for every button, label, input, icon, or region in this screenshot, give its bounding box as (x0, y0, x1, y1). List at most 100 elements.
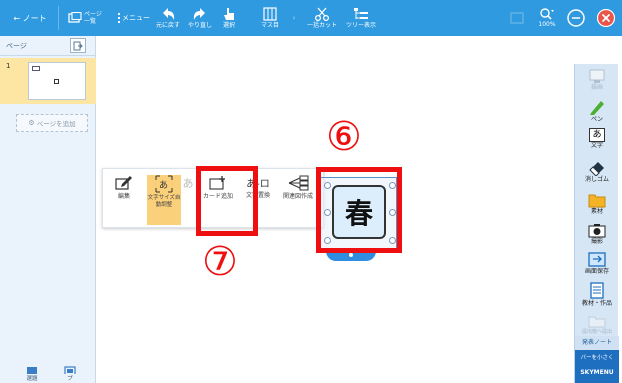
frame-icon (510, 12, 524, 24)
presentation-note-button[interactable]: 発表ノート (575, 336, 619, 350)
page-panel-title: ページ (6, 42, 27, 50)
gear-plus-icon: ⚙ (28, 119, 35, 127)
folder-icon (588, 194, 606, 208)
redo-label: やり直し (187, 22, 212, 29)
expand-toolbar-button[interactable]: › (288, 0, 300, 36)
page-list-label-1: ページ (84, 11, 102, 18)
palette-label-submit: 提出箱へ提出 (581, 329, 612, 335)
palette-item-submit: 提出箱へ提出 (575, 314, 619, 336)
mini-card-icon (54, 79, 59, 84)
redo-button[interactable]: やり直し (186, 0, 214, 36)
toolbar-divider (58, 6, 59, 30)
close-button[interactable] (596, 0, 616, 36)
diagram-label: 関連図作成 (282, 193, 313, 200)
palette-label-text: 文字 (590, 142, 603, 149)
chevron-right-icon: › (292, 14, 296, 22)
zoom-button[interactable]: 100% (536, 0, 558, 36)
select-button[interactable]: 選択 (218, 0, 240, 36)
diagram-button[interactable]: 関連図作成 (281, 175, 315, 225)
document-icon (590, 282, 604, 299)
screen-save-icon (588, 252, 606, 267)
annotation-number-7: ⑦ (202, 239, 238, 285)
palette-item-screen-save[interactable]: 画面保存 (575, 252, 619, 276)
submit-icon (588, 316, 606, 328)
page-thumbnail-item[interactable]: 1 (0, 58, 96, 104)
back-to-note-button[interactable]: ← ノート (6, 0, 54, 36)
panel-export-button[interactable] (70, 38, 86, 53)
tree-view-label: ツリー表示 (345, 22, 376, 29)
palette-label-material: 素材 (590, 208, 603, 215)
minimize-icon (567, 9, 585, 27)
text-autosize-button[interactable]: あ 文字サイズ自動調整 (147, 175, 181, 225)
minimize-button[interactable] (566, 0, 586, 36)
add-page-button[interactable]: ⚙ ページを追加 (16, 114, 88, 132)
undo-label: 元に戻す (155, 22, 180, 29)
edit-button[interactable]: 編集 (107, 175, 141, 225)
redo-icon (193, 8, 205, 20)
palette-item-pen[interactable]: ペン (575, 98, 619, 124)
palette-label-camera: 撮影 (590, 238, 603, 245)
grid-label: マス目 (260, 22, 279, 29)
monitor-icon (589, 69, 605, 83)
program-icon (64, 366, 76, 374)
pen-icon (590, 101, 604, 115)
batch-cut-button[interactable]: 一括カット (306, 0, 338, 36)
diagram-icon (288, 175, 309, 191)
app-window: ← ノート ページ 一覧 メニュー 元に戻す やり直し 選択 マス目 › 一括カ… (0, 0, 622, 383)
undo-icon (163, 8, 175, 20)
batch-cut-label: 一括カット (306, 22, 337, 29)
page-thumbnail-number: 1 (6, 62, 11, 70)
svg-text:あ: あ (159, 180, 168, 191)
hand-cursor-icon (224, 8, 234, 20)
palette-label-document: 教材・作品 (581, 300, 612, 307)
palette-item-eraser[interactable]: 消しゴム (575, 160, 619, 184)
palette-label-eraser: 消しゴム (584, 176, 609, 183)
page-list-label-2: 一覧 (84, 18, 97, 25)
tree-view-icon (354, 8, 368, 19)
eraser-icon (589, 162, 604, 176)
topic-label: 選題 (26, 376, 38, 382)
page-panel: ページ 1 ⚙ ページを追加 選題 プ (0, 36, 96, 383)
edit-label: 編集 (117, 193, 130, 200)
program-label: プ (67, 376, 73, 382)
text-autosize-icon: あ (155, 175, 173, 193)
palette-label-pen: ペン (590, 116, 603, 123)
back-to-note-label: ← ノート (13, 13, 47, 23)
palette-item-draw: 描画 (575, 68, 619, 92)
palette-item-material[interactable]: 素材 (575, 192, 619, 216)
tool-palette: 描画 ペン あ 文字 消しゴム 素材 撮影 画面保存 教材・作品 提出箱へ提出 … (574, 64, 619, 383)
page-list-icon (68, 12, 82, 23)
topic-button[interactable]: 選題 (20, 366, 44, 382)
palette-label-draw: 描画 (590, 84, 603, 91)
palette-item-camera[interactable]: 撮影 (575, 222, 619, 246)
menu-label: メニュー (122, 13, 150, 22)
tree-view-button[interactable]: ツリー表示 (344, 0, 378, 36)
page-list-button[interactable]: ページ 一覧 (64, 0, 106, 36)
topic-icon (27, 367, 37, 374)
program-button[interactable]: プ (58, 366, 82, 382)
zoom-label: 100% (538, 21, 556, 28)
move-dot-icon (349, 253, 353, 257)
faded-char-1: あ (182, 177, 194, 190)
edit-icon (115, 176, 132, 190)
palette-footer: 発表ノート バーを小さく SKYMENU (575, 336, 619, 383)
grid-button[interactable]: マス目 (256, 0, 284, 36)
text-icon: あ (589, 128, 605, 142)
skymenu-bar-button[interactable]: バーを小さく SKYMENU (575, 350, 619, 383)
mini-strip-icon (32, 66, 40, 71)
scissors-icon (314, 7, 330, 21)
annotation-highlight-7 (196, 166, 258, 236)
grid-icon (263, 7, 277, 21)
palette-item-document[interactable]: 教材・作品 (575, 282, 619, 308)
add-page-label: ページを追加 (36, 120, 76, 128)
camera-icon (588, 224, 606, 238)
palette-item-text[interactable]: あ 文字 (575, 128, 619, 150)
undo-button[interactable]: 元に戻す (154, 0, 182, 36)
disabled-toolbar-button (506, 0, 528, 36)
shrink-bar-label: バーを小さく (580, 355, 614, 361)
annotation-number-6: ⑥ (326, 114, 362, 160)
export-icon (73, 41, 83, 50)
page-panel-header: ページ (0, 36, 96, 56)
menu-button[interactable]: メニュー (116, 0, 150, 36)
menu-dots-icon (117, 12, 120, 24)
